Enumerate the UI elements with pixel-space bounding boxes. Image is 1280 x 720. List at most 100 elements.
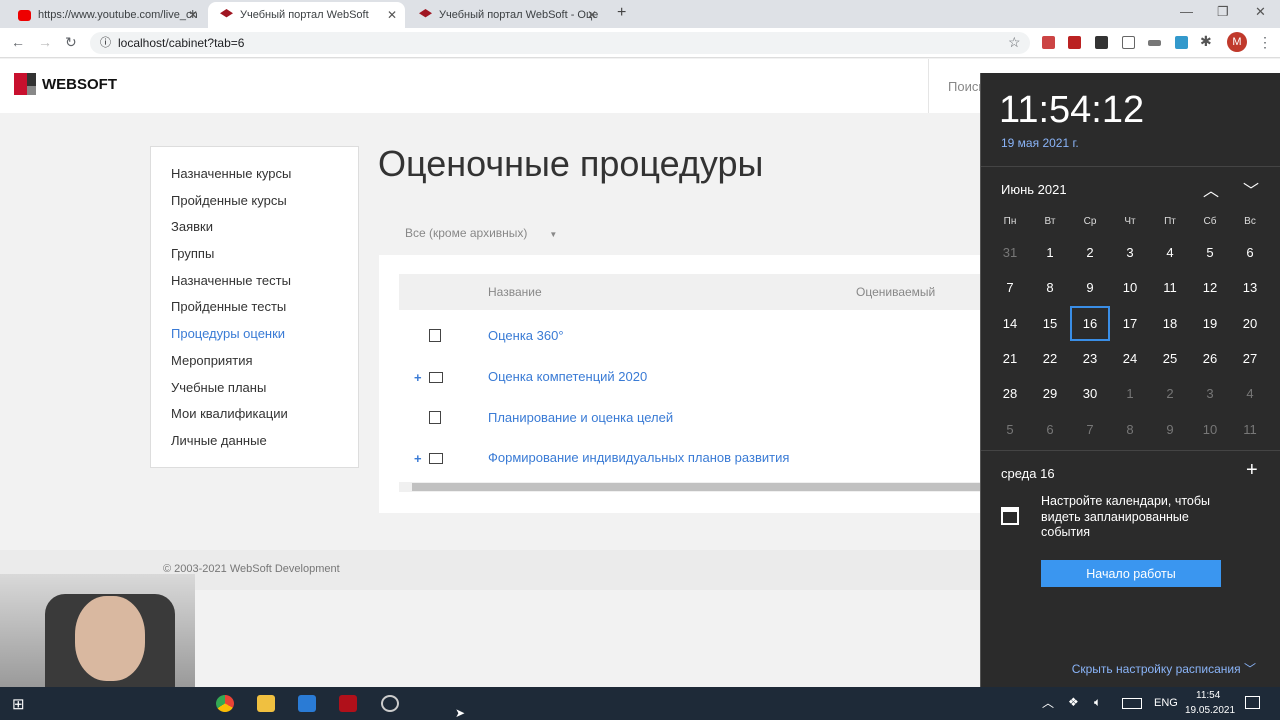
sidebar-item-learning-plans[interactable]: Учебные планы bbox=[151, 375, 358, 402]
extensions-puzzle-icon[interactable]: ✱ bbox=[1200, 33, 1212, 50]
websoft-logo[interactable]: WEBSOFT bbox=[14, 73, 117, 95]
calendar-day[interactable]: 28 bbox=[990, 376, 1030, 411]
sidebar-item-assessment-procedures[interactable]: Процедуры оценки bbox=[151, 321, 358, 348]
obs-icon[interactable] bbox=[381, 695, 399, 712]
calendar-day[interactable]: 15 bbox=[1030, 306, 1070, 341]
websoft-app-icon[interactable] bbox=[339, 695, 357, 712]
taskbar-time[interactable]: 11:54 bbox=[1196, 690, 1220, 701]
taskbar-date[interactable]: 19.05.2021 bbox=[1185, 705, 1235, 716]
calendar-day[interactable]: 22 bbox=[1030, 341, 1070, 376]
calendar-day[interactable]: 13 bbox=[1230, 270, 1270, 305]
month-label[interactable]: Июнь 2021 bbox=[1001, 182, 1067, 197]
extension-icon[interactable] bbox=[1148, 40, 1161, 46]
windows-start-icon[interactable]: ⊞ bbox=[12, 695, 25, 713]
horizontal-scrollbar[interactable] bbox=[399, 482, 980, 492]
calendar-day[interactable]: 27 bbox=[1230, 341, 1270, 376]
calendar-day[interactable]: 24 bbox=[1110, 341, 1150, 376]
tab-youtube[interactable]: https://www.youtube.com/live_ch ✕ bbox=[6, 2, 206, 28]
close-window-icon[interactable]: ✕ bbox=[1255, 4, 1266, 20]
maximize-icon[interactable]: ❐ bbox=[1217, 4, 1229, 20]
calendar-day[interactable]: 4 bbox=[1230, 376, 1270, 411]
close-tab-icon[interactable]: ✕ bbox=[188, 8, 198, 22]
sidebar-item-assigned-tests[interactable]: Назначенные тесты bbox=[151, 268, 358, 295]
reload-icon[interactable]: ↻ bbox=[65, 34, 77, 51]
extension-icon[interactable] bbox=[1042, 36, 1055, 49]
calendar-day[interactable]: 14 bbox=[990, 306, 1030, 341]
sidebar-item-events[interactable]: Мероприятия bbox=[151, 348, 358, 375]
menu-icon[interactable]: ⋮ bbox=[1258, 34, 1272, 51]
tab-websoft-2[interactable]: Учебный портал WebSoft - Оце ✕ bbox=[407, 2, 605, 28]
close-tab-icon[interactable]: ✕ bbox=[387, 8, 397, 22]
filter-select[interactable]: Все (кроме архивных) ▼ bbox=[405, 226, 557, 240]
calendar-day[interactable]: 8 bbox=[1110, 412, 1150, 447]
extension-icon[interactable] bbox=[1175, 36, 1188, 49]
calendar-day[interactable]: 29 bbox=[1030, 376, 1070, 411]
search-input[interactable]: Поиск bbox=[948, 79, 984, 94]
table-row[interactable]: Оценка 360° bbox=[399, 316, 980, 356]
language-indicator[interactable]: ENG bbox=[1154, 697, 1178, 709]
calendar-day[interactable]: 11 bbox=[1230, 412, 1270, 447]
chevron-down-icon[interactable]: ﹀ bbox=[1243, 177, 1259, 201]
calendar-day[interactable]: 7 bbox=[990, 270, 1030, 305]
extension-icon[interactable] bbox=[1095, 36, 1108, 49]
pocket-icon[interactable] bbox=[1122, 36, 1135, 49]
sidebar-item-assigned-courses[interactable]: Назначенные курсы bbox=[151, 161, 358, 188]
app-icon[interactable] bbox=[298, 695, 316, 712]
calendar-day[interactable]: 8 bbox=[1030, 270, 1070, 305]
calendar-day[interactable]: 6 bbox=[1230, 235, 1270, 270]
calendar-day[interactable]: 20 bbox=[1230, 306, 1270, 341]
profile-avatar[interactable]: M bbox=[1227, 32, 1247, 52]
chevron-up-icon[interactable]: ︿ bbox=[1042, 694, 1054, 711]
column-assessed[interactable]: Оцениваемый bbox=[856, 285, 935, 299]
calendar-day[interactable]: 11 bbox=[1150, 270, 1190, 305]
calendar-day[interactable]: 9 bbox=[1150, 412, 1190, 447]
chevron-up-icon[interactable]: ︿ bbox=[1203, 177, 1219, 201]
table-row[interactable]: + Формирование индивидуальных планов разв… bbox=[399, 438, 980, 478]
add-event-icon[interactable]: + bbox=[1246, 459, 1258, 482]
sidebar-item-completed-courses[interactable]: Пройденные курсы bbox=[151, 188, 358, 215]
calendar-day[interactable]: 25 bbox=[1150, 341, 1190, 376]
calendar-day[interactable]: 10 bbox=[1110, 270, 1150, 305]
calendar-day[interactable]: 5 bbox=[1190, 235, 1230, 270]
calendar-day[interactable]: 21 bbox=[990, 341, 1030, 376]
tab-websoft[interactable]: Учебный портал WebSoft ✕ bbox=[208, 2, 405, 28]
calendar-day[interactable]: 9 bbox=[1070, 270, 1110, 305]
expand-icon[interactable]: + bbox=[414, 451, 422, 466]
calendar-day[interactable]: 6 bbox=[1030, 412, 1070, 447]
chrome-icon[interactable] bbox=[216, 695, 234, 712]
calendar-day[interactable]: 1 bbox=[1110, 376, 1150, 411]
extension-icon[interactable] bbox=[1068, 36, 1081, 49]
sidebar-item-groups[interactable]: Группы bbox=[151, 241, 358, 268]
calendar-day[interactable]: 16 bbox=[1070, 305, 1110, 341]
calendar-day[interactable]: 12 bbox=[1190, 270, 1230, 305]
keyboard-icon[interactable] bbox=[1122, 698, 1142, 709]
calendar-day[interactable]: 1 bbox=[1030, 235, 1070, 270]
sidebar-item-qualifications[interactable]: Мои квалификации bbox=[151, 401, 358, 428]
sidebar-item-personal-data[interactable]: Личные данные bbox=[151, 428, 358, 455]
notifications-icon[interactable] bbox=[1245, 696, 1260, 709]
expand-icon[interactable]: + bbox=[414, 370, 422, 385]
calendar-day[interactable]: 3 bbox=[1190, 376, 1230, 411]
explorer-icon[interactable] bbox=[257, 695, 275, 712]
table-row[interactable]: + Оценка компетенций 2020 bbox=[399, 357, 980, 397]
close-tab-icon[interactable]: ✕ bbox=[587, 8, 597, 22]
calendar-day[interactable]: 7 bbox=[1070, 412, 1110, 447]
calendar-day[interactable]: 30 bbox=[1070, 376, 1110, 411]
calendar-day[interactable]: 2 bbox=[1150, 376, 1190, 411]
calendar-day[interactable]: 31 bbox=[990, 235, 1030, 270]
calendar-day[interactable]: 17 bbox=[1110, 306, 1150, 341]
clock-date[interactable]: 19 мая 2021 г. bbox=[1001, 136, 1079, 150]
calendar-day[interactable]: 23 bbox=[1070, 341, 1110, 376]
sidebar-item-completed-tests[interactable]: Пройденные тесты bbox=[151, 294, 358, 321]
new-tab-icon[interactable]: + bbox=[617, 4, 626, 22]
calendar-day[interactable]: 19 bbox=[1190, 306, 1230, 341]
calendar-day[interactable]: 4 bbox=[1150, 235, 1190, 270]
calendar-day[interactable]: 2 bbox=[1070, 235, 1110, 270]
scrollbar-thumb[interactable] bbox=[412, 483, 980, 491]
minimize-icon[interactable]: — bbox=[1180, 4, 1193, 19]
calendar-day[interactable]: 3 bbox=[1110, 235, 1150, 270]
bookmark-star-icon[interactable]: ☆ bbox=[1008, 34, 1021, 51]
calendar-day[interactable]: 10 bbox=[1190, 412, 1230, 447]
forward-icon[interactable]: → bbox=[38, 34, 52, 50]
calendar-day[interactable]: 18 bbox=[1150, 306, 1190, 341]
